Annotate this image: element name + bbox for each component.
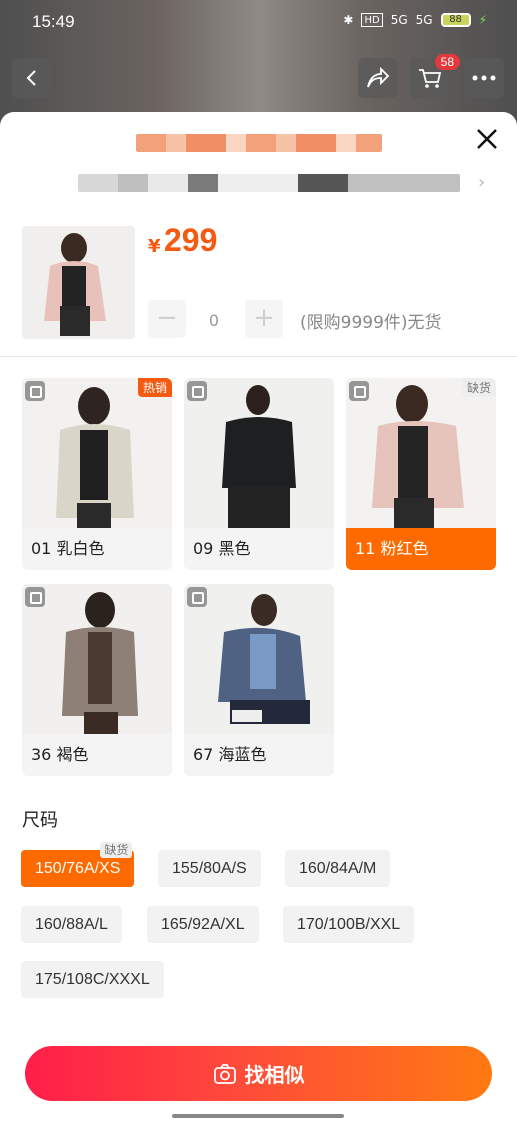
status-bar: 15:49 ✱ HD 5G 5G 88 ⚡ <box>0 0 517 46</box>
close-button[interactable] <box>472 124 502 154</box>
product-thumbnail-image <box>22 226 135 339</box>
signal-icon-2: 5G <box>415 13 433 27</box>
chevron-right-icon: › <box>478 172 486 193</box>
color-image-36 <box>22 584 172 734</box>
zoom-icon[interactable] <box>25 381 45 401</box>
size-chip-xl[interactable]: 165/92A/XL <box>147 906 259 943</box>
color-image-11 <box>346 378 496 528</box>
back-button[interactable] <box>12 58 52 98</box>
blurred-product-title <box>136 134 382 152</box>
back-icon <box>26 70 36 86</box>
home-indicator[interactable] <box>172 1114 344 1118</box>
zoom-icon[interactable] <box>25 587 45 607</box>
quantity-minus-button[interactable]: − <box>148 300 186 338</box>
close-icon <box>477 129 497 149</box>
size-chip-l[interactable]: 160/88A/L <box>21 906 122 943</box>
sku-selector-sheet: › ¥ 299 − 0 + (限购9999件)无货 热销 01 乳白色 09 黑… <box>0 112 517 1122</box>
bluetooth-icon: ✱ <box>343 13 354 27</box>
battery-icon: 88 <box>440 13 471 27</box>
purchase-limit-text: (限购9999件)无货 <box>300 313 442 333</box>
find-similar-button[interactable]: 找相似 <box>25 1046 492 1101</box>
color-label: 01 乳白色 <box>31 539 105 558</box>
size-label: 170/100B/XXL <box>297 916 401 933</box>
cart-icon <box>419 69 442 88</box>
size-label: 160/88A/L <box>35 916 108 933</box>
size-chip-xxl[interactable]: 170/100B/XXL <box>283 906 415 943</box>
status-icons: ✱ HD 5G 5G 88 ⚡ <box>343 13 487 27</box>
status-time: 15:49 <box>32 12 75 31</box>
size-section-title: 尺码 <box>22 810 58 831</box>
charging-icon: ⚡ <box>478 13 487 27</box>
color-label: 67 海蓝色 <box>193 745 267 764</box>
zoom-icon[interactable] <box>187 381 207 401</box>
size-label: 165/92A/XL <box>161 916 245 933</box>
color-image-67 <box>184 584 334 734</box>
out-of-stock-badge: 缺货 <box>461 378 496 397</box>
price: 299 <box>164 222 218 258</box>
color-label: 36 褐色 <box>31 745 89 764</box>
size-chip-xs[interactable]: 150/76A/XS 缺货 <box>21 842 135 887</box>
plus-icon: + <box>253 303 275 333</box>
share-icon <box>367 67 390 88</box>
signal-icon: 5G <box>390 13 408 27</box>
size-label: 155/80A/S <box>172 860 247 877</box>
quantity-plus-button[interactable]: + <box>245 300 283 338</box>
color-image-01 <box>22 378 172 528</box>
more-button[interactable] <box>464 58 504 98</box>
size-chip-m[interactable]: 160/84A/M <box>285 850 391 887</box>
hd-icon: HD <box>361 13 383 27</box>
blurred-store-link[interactable] <box>78 174 460 192</box>
color-option-11[interactable]: 缺货 11 粉红色 <box>346 378 496 570</box>
find-similar-label: 找相似 <box>244 1063 305 1087</box>
size-label: 175/108C/XXXL <box>35 971 150 988</box>
size-chip-s[interactable]: 155/80A/S <box>158 850 261 887</box>
color-option-67[interactable]: 67 海蓝色 <box>184 584 334 776</box>
divider <box>0 356 517 357</box>
zoom-icon[interactable] <box>349 381 369 401</box>
color-label: 11 粉红色 <box>346 528 496 570</box>
camera-icon <box>213 1063 236 1084</box>
size-label: 150/76A/XS <box>35 860 121 877</box>
zoom-icon[interactable] <box>187 587 207 607</box>
quantity-value: 0 <box>208 311 220 330</box>
minus-icon: − <box>156 303 178 333</box>
color-label: 09 黑色 <box>193 539 251 558</box>
product-thumbnail[interactable] <box>22 226 135 339</box>
hot-badge: 热销 <box>137 378 172 397</box>
cart-count-badge: 58 <box>434 54 460 70</box>
size-chip-xxxl[interactable]: 175/108C/XXXL <box>21 961 164 998</box>
share-button[interactable] <box>358 58 398 98</box>
price-currency: ¥ <box>148 236 161 257</box>
more-icon <box>472 75 496 81</box>
color-image-09 <box>184 378 334 528</box>
out-of-stock-badge: 缺货 <box>100 842 133 858</box>
size-label: 160/84A/M <box>299 860 377 877</box>
color-option-01[interactable]: 热销 01 乳白色 <box>22 378 172 570</box>
cart-button[interactable]: 58 <box>410 54 460 98</box>
color-option-36[interactable]: 36 褐色 <box>22 584 172 776</box>
color-option-09[interactable]: 09 黑色 <box>184 378 334 570</box>
